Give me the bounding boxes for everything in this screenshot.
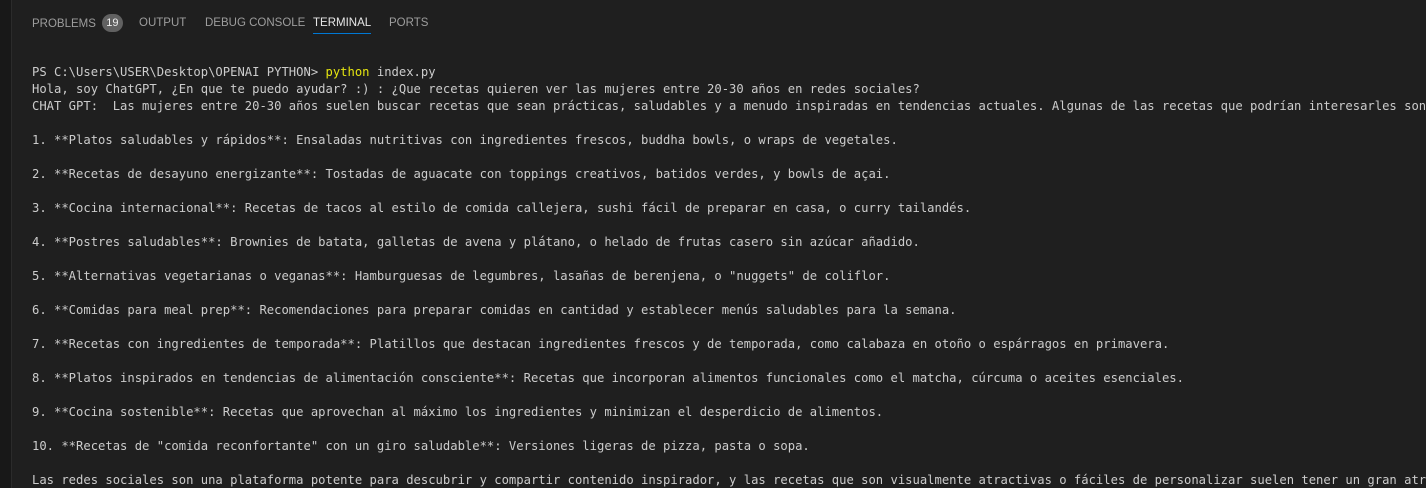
- tab-output[interactable]: OUTPUT: [139, 15, 186, 35]
- problems-count-badge: 19: [101, 14, 123, 32]
- output-line: 10. **Recetas de "comida reconfortante" …: [32, 439, 810, 453]
- terminal-panel: PROBLEMS 19 OUTPUT DEBUG CONSOLE TERMINAL…: [0, 0, 1426, 488]
- output-line: Hola, soy ChatGPT, ¿En que te puedo ayud…: [32, 82, 920, 96]
- tab-label: OUTPUT: [139, 17, 187, 29]
- output-line: 8. **Platos inspirados en tendencias de …: [32, 371, 1184, 385]
- output-line: Las redes sociales son una plataforma po…: [32, 473, 1426, 487]
- tab-debug-console[interactable]: DEBUG CONSOLE: [205, 15, 305, 35]
- output-line: 4. **Postres saludables**: Brownies de b…: [32, 235, 920, 249]
- output-line: 9. **Cocina sostenible**: Recetas que ap…: [32, 405, 884, 419]
- prompt-path: PS C:\Users\USER\Desktop\OPENAI PYTHON>: [32, 65, 326, 79]
- tab-label: TERMINAL: [313, 17, 372, 29]
- output-line: 6. **Comidas para meal prep**: Recomenda…: [32, 303, 957, 317]
- tab-problems[interactable]: PROBLEMS 19: [32, 14, 123, 35]
- command-name: python: [325, 65, 370, 79]
- output-line: 3. **Cocina internacional**: Recetas de …: [32, 201, 972, 215]
- tab-label: PROBLEMS: [32, 18, 96, 31]
- tab-label: PORTS: [389, 17, 429, 29]
- prompt-line: PS C:\Users\USER\Desktop\OPENAI PYTHON> …: [32, 64, 1426, 81]
- editor-edge: [0, 0, 12, 488]
- output-line: CHAT GPT: Las mujeres entre 20-30 años s…: [32, 99, 1426, 113]
- command-args: index.py: [369, 65, 436, 79]
- panel-tab-bar: PROBLEMS 19 OUTPUT DEBUG CONSOLE TERMINAL…: [12, 0, 1426, 44]
- output-line: 5. **Alternativas vegetarianas o veganas…: [32, 269, 891, 283]
- terminal-output[interactable]: PS C:\Users\USER\Desktop\OPENAI PYTHON> …: [32, 64, 1426, 488]
- tab-ports[interactable]: PORTS: [389, 15, 428, 35]
- output-line: 1. **Platos saludables y rápidos**: Ensa…: [32, 133, 898, 147]
- output-line: 2. **Recetas de desayuno energizante**: …: [32, 167, 891, 181]
- tab-label: DEBUG CONSOLE: [205, 17, 306, 29]
- output-line: 7. **Recetas con ingredientes de tempora…: [32, 337, 1170, 351]
- tab-terminal[interactable]: TERMINAL: [313, 15, 372, 35]
